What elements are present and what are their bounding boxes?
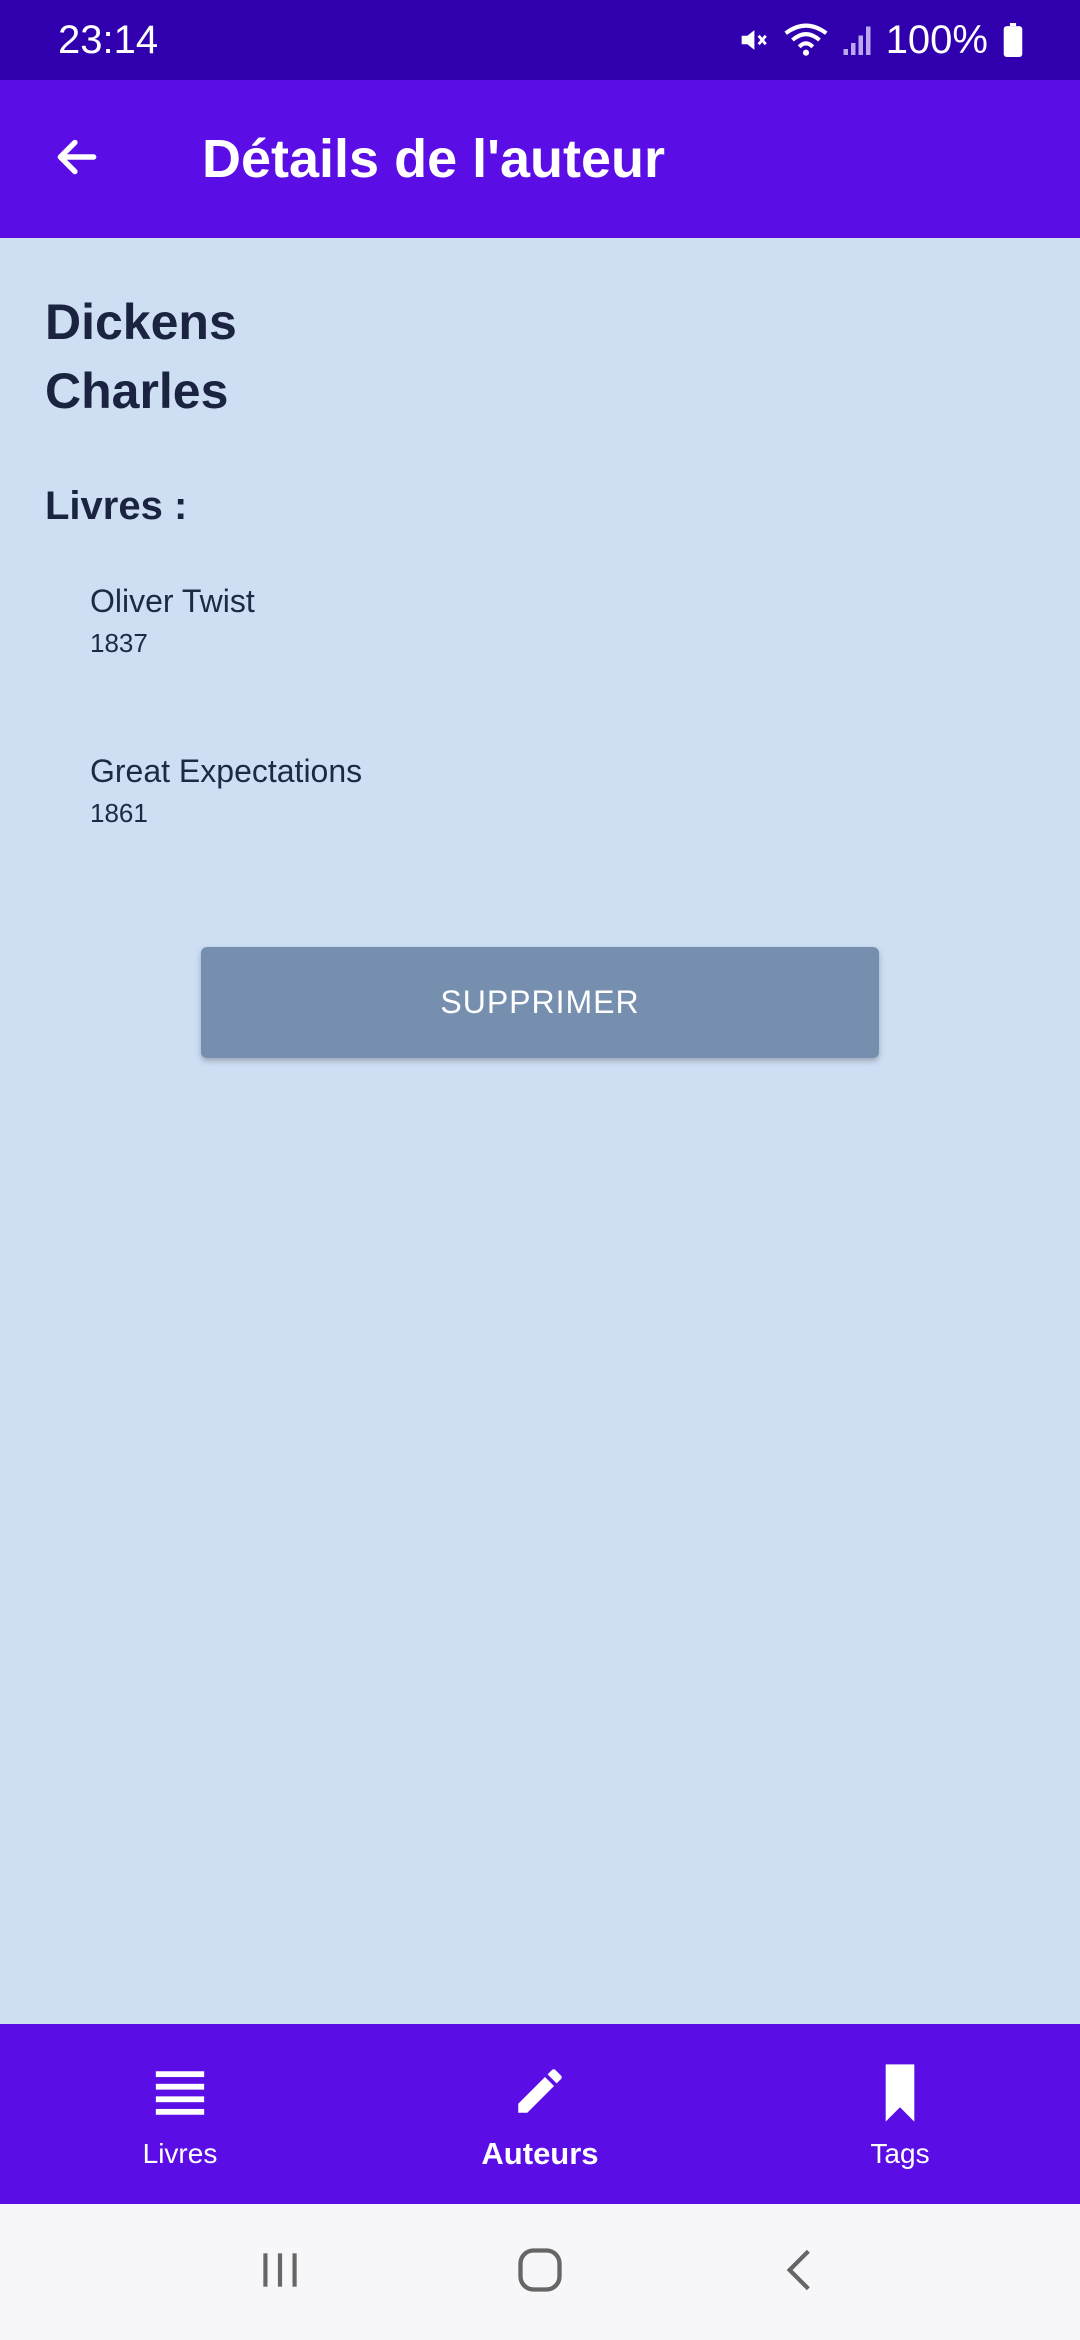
bottom-nav: Livres Auteurs Tags [0, 2024, 1080, 2204]
book-title: Oliver Twist [90, 583, 255, 619]
book-item[interactable]: Great Expectations 1861 [90, 753, 362, 829]
status-time: 23:14 [58, 17, 159, 62]
chevron-left-icon [775, 2245, 825, 2300]
page-title: Détails de l'auteur [202, 129, 665, 189]
pencil-icon [511, 2056, 569, 2126]
wifi-icon [784, 23, 828, 57]
arrow-left-icon [52, 132, 102, 187]
books-heading: Livres : [45, 484, 188, 528]
author-first-name: Charles [45, 363, 229, 419]
system-back-button[interactable] [750, 2222, 850, 2322]
nav-item-livres[interactable]: Livres [0, 2024, 360, 2204]
author-last-name: Dickens [45, 294, 237, 350]
book-item[interactable]: Oliver Twist 1837 [90, 583, 255, 659]
signal-icon [842, 23, 872, 57]
app-bar: Détails de l'auteur [0, 80, 1080, 238]
bookmark-icon [871, 2058, 929, 2128]
author-details: Dickens Charles Livres : Oliver Twist 18… [0, 238, 1080, 2024]
home-icon [514, 2244, 566, 2301]
book-year: 1837 [90, 628, 148, 658]
nav-label: Livres [142, 2138, 218, 2169]
system-nav-bar [0, 2204, 1080, 2340]
delete-button[interactable]: SUPPRIMER [201, 947, 879, 1058]
nav-item-auteurs[interactable]: Auteurs [360, 2024, 720, 2204]
back-button[interactable] [32, 114, 122, 204]
book-title: Great Expectations [90, 753, 363, 789]
nav-label: Auteurs [481, 2136, 599, 2171]
nav-label: Tags [870, 2138, 930, 2169]
recent-apps-icon [255, 2245, 305, 2300]
status-bar: 23:14 100% [0, 0, 1080, 80]
home-button[interactable] [490, 2222, 590, 2322]
nav-item-tags[interactable]: Tags [720, 2024, 1080, 2204]
mute-icon [736, 23, 770, 57]
list-icon [151, 2058, 209, 2128]
recent-apps-button[interactable] [230, 2222, 330, 2322]
book-year: 1861 [90, 798, 148, 828]
battery-icon [1002, 23, 1024, 57]
battery-percentage: 100% [885, 17, 988, 62]
status-icons: 100% [736, 18, 1024, 63]
